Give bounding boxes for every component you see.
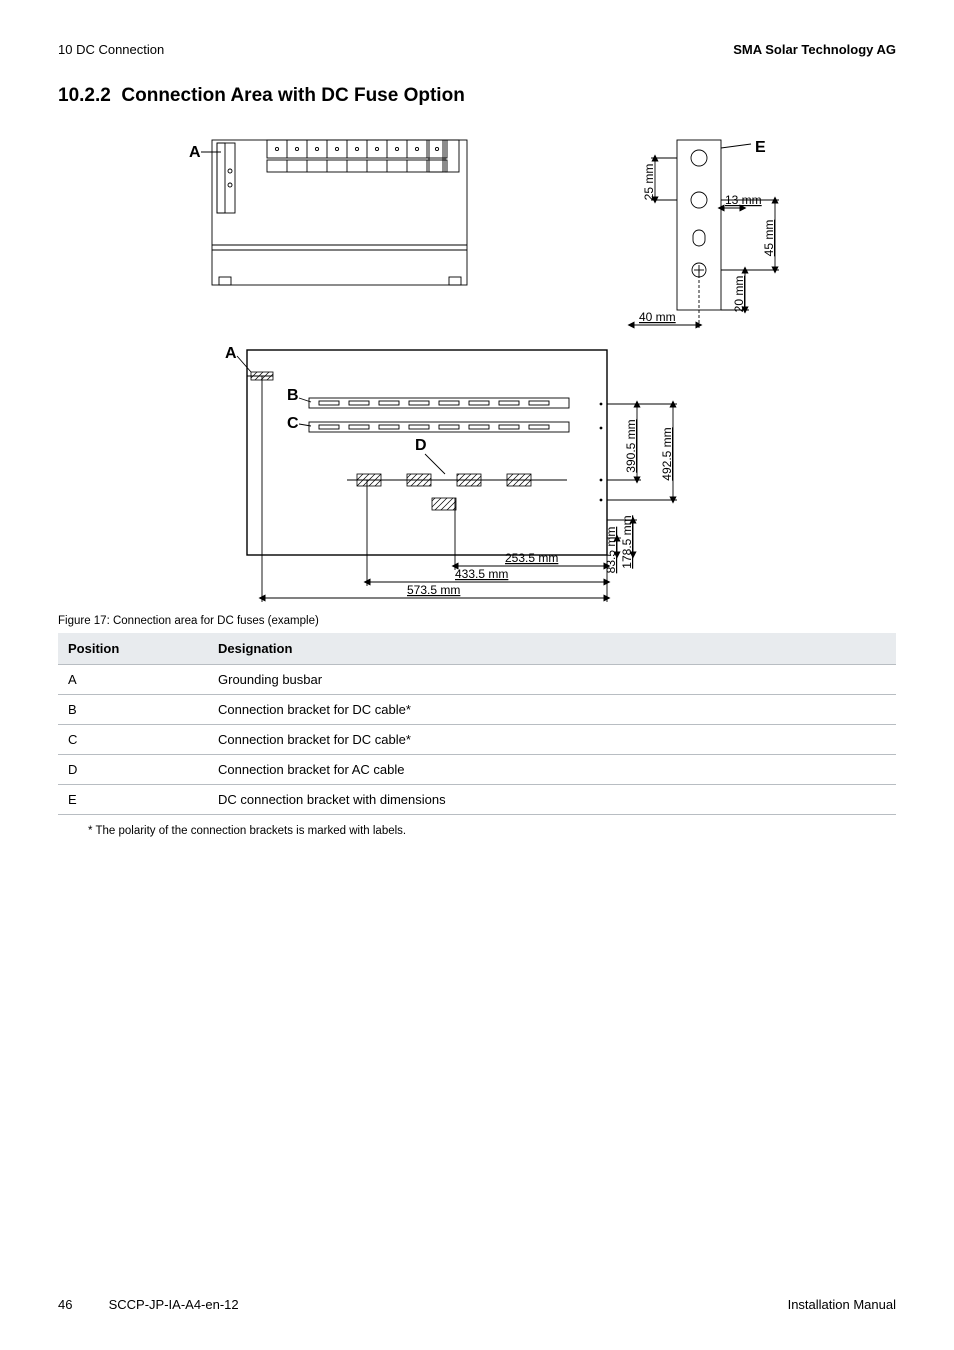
cell-des: Grounding busbar [208,665,896,695]
figure-wrapper: A E [58,125,896,605]
dim-573-5: 573.5 mm [407,583,460,597]
dim-45mm: 45 mm [762,220,776,257]
page: 10 DC Connection SMA Solar Technology AG… [0,0,954,1350]
dim-492-5: 492.5 mm [660,427,674,480]
front-view: A [189,140,467,285]
page-header: 10 DC Connection SMA Solar Technology AG [58,42,896,57]
section-number: 10.2.2 [58,85,111,106]
cell-pos: D [58,755,208,785]
dim-83-5: 83.5 mm [604,527,618,574]
page-number: 46 [58,1297,72,1312]
legend-table: Position Designation A Grounding busbar … [58,633,896,815]
header-left: 10 DC Connection [58,42,164,57]
fig-label-a: A [189,144,201,161]
cell-des: Connection bracket for DC cable* [208,725,896,755]
cell-pos: B [58,695,208,725]
cell-pos: A [58,665,208,695]
dim-178-5: 178.5 mm [620,515,634,568]
header-right: SMA Solar Technology AG [733,42,896,57]
detail-e: E 25 mm 13 mm 45 mm 40 mm [631,139,779,330]
cell-des: Connection bracket for AC cable [208,755,896,785]
th-designation: Designation [208,633,896,665]
top-view: A B C D 390.5 mm 492.5 mm [225,345,677,602]
figure-svg: A E [117,125,837,605]
fig-label-e: E [755,139,766,156]
cell-pos: C [58,725,208,755]
dim-253-5: 253.5 mm [505,551,558,565]
section-heading: 10.2.2 Connection Area with DC Fuse Opti… [58,85,896,107]
cell-des: DC connection bracket with dimensions [208,785,896,815]
table-row: C Connection bracket for DC cable* [58,725,896,755]
dim-25mm: 25 mm [642,164,656,201]
table-row: B Connection bracket for DC cable* [58,695,896,725]
table-footnote: * The polarity of the connection bracket… [58,825,896,837]
section-title-text: Connection Area with DC Fuse Option [121,85,464,106]
fig-label-b: B [287,387,299,404]
cell-des: Connection bracket for DC cable* [208,695,896,725]
cell-pos: E [58,785,208,815]
doc-id: SCCP-JP-IA-A4-en-12 [109,1297,239,1312]
dim-20mm: 20 mm [732,276,746,313]
table-row: A Grounding busbar [58,665,896,695]
fig-label-a2: A [225,345,237,362]
dim-390-5: 390.5 mm [624,419,638,472]
dim-40mm: 40 mm [639,310,676,324]
fig-label-c: C [287,415,299,432]
page-footer: 46 SCCP-JP-IA-A4-en-12 Installation Manu… [58,1297,896,1312]
dim-433-5: 433.5 mm [455,567,508,581]
manual-name: Installation Manual [788,1297,896,1312]
figure-caption: Figure 17: Connection area for DC fuses … [58,615,896,627]
fig-label-d: D [415,437,427,454]
table-row: E DC connection bracket with dimensions [58,785,896,815]
table-row: D Connection bracket for AC cable [58,755,896,785]
th-position: Position [58,633,208,665]
